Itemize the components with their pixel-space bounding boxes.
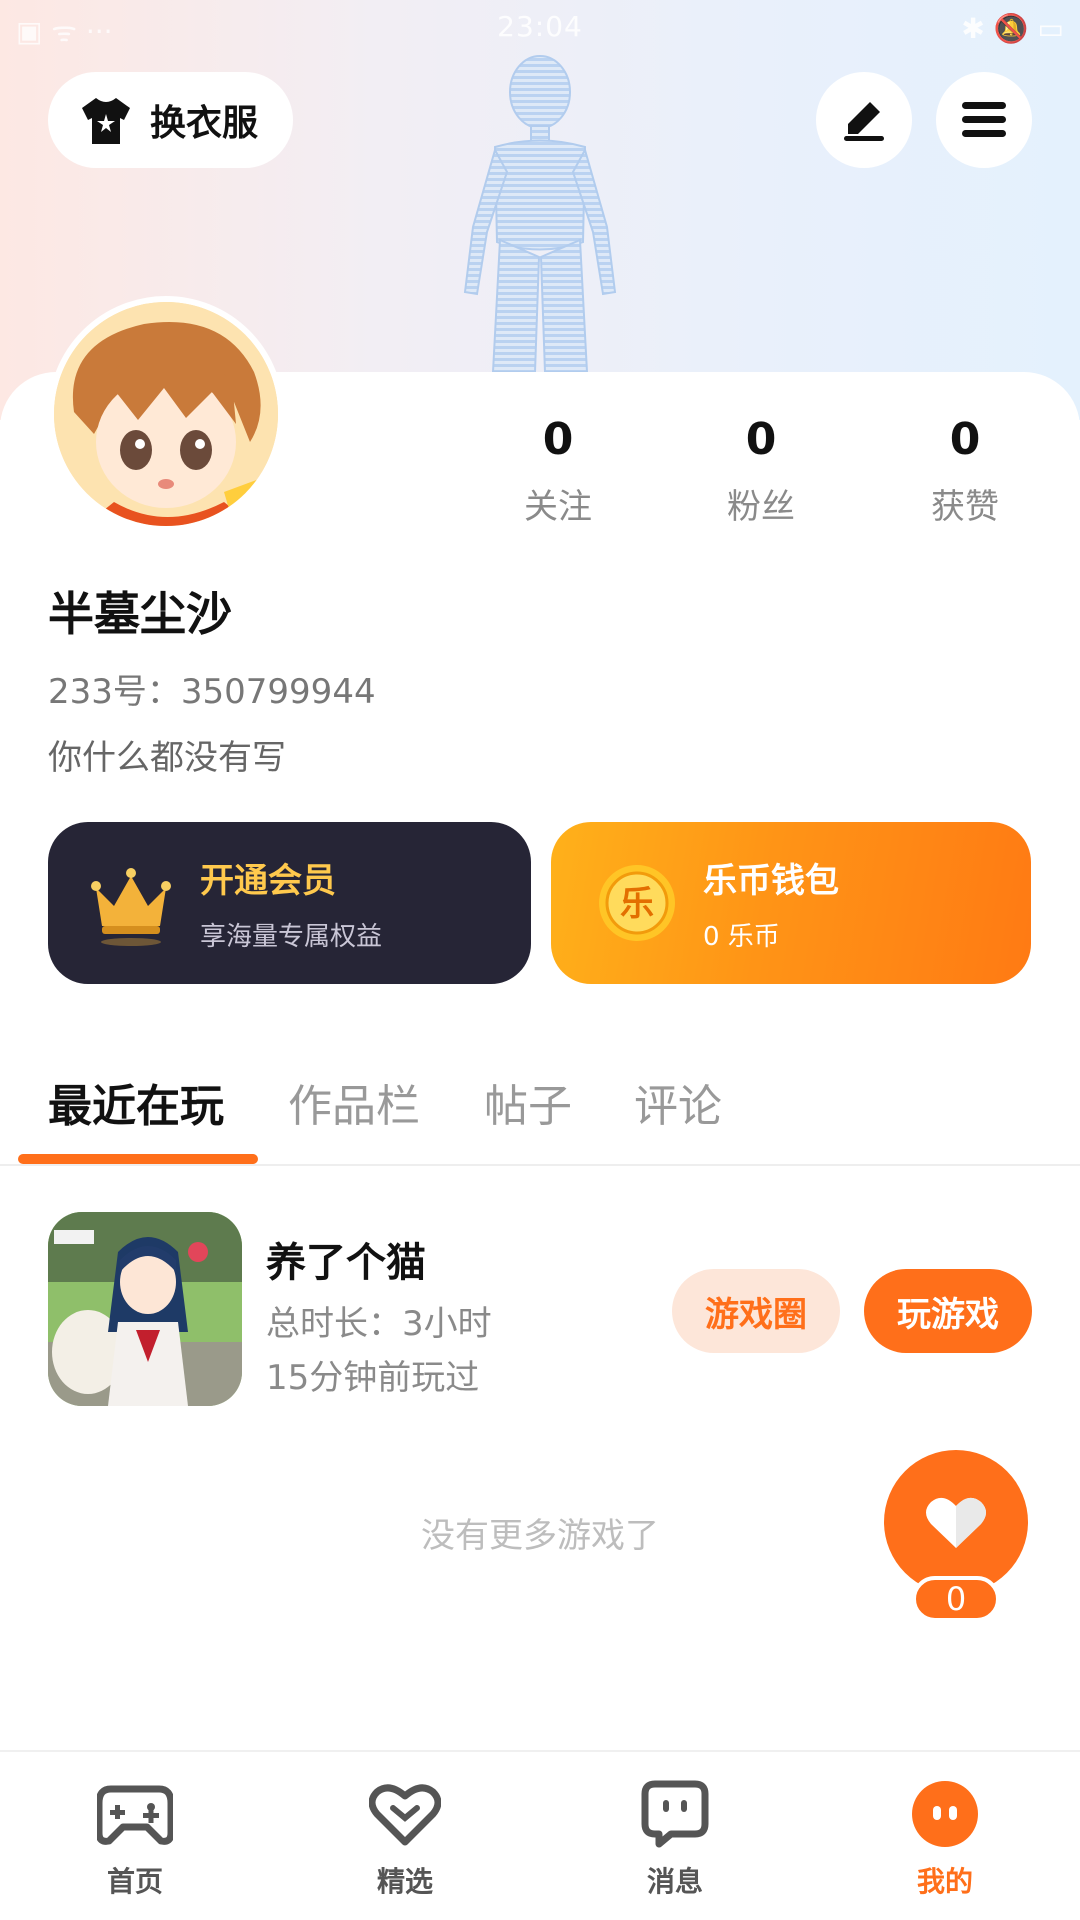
stat-likes-label: 获赞 xyxy=(931,487,999,527)
tab-comments[interactable]: 评论 xyxy=(634,1070,722,1134)
play-game-button[interactable]: 玩游戏 xyxy=(864,1269,1032,1353)
stat-following-count: 0 xyxy=(542,414,574,465)
hamburger-menu-icon xyxy=(962,102,1006,137)
profile-page: ▣ ᯤ ··· 23:04 ✱ 🔕 ▭ 换衣服 0 关注 0 粉丝 0 获赞 半… xyxy=(0,0,1080,1920)
tab-recently-played[interactable]: 最近在玩 xyxy=(48,1070,224,1134)
nav-home-label: 首页 xyxy=(106,1865,163,1898)
change-clothes-button[interactable]: 换衣服 xyxy=(48,72,293,168)
recent-game-item[interactable]: 养了个猫 总时长：3小时 15分钟前玩过 游戏圈 玩游戏 xyxy=(48,1212,1032,1408)
stat-likes-count: 0 xyxy=(949,414,981,465)
heart-chat-icon xyxy=(369,1784,441,1846)
nav-me[interactable]: 我的 xyxy=(865,1776,1025,1900)
status-bar: ▣ ᯤ ··· 23:04 ✱ 🔕 ▭ xyxy=(0,0,1080,56)
nav-home[interactable]: 首页 xyxy=(55,1776,215,1900)
vip-subtitle: 享海量专属权益 xyxy=(200,922,383,952)
coin-icon: 乐 xyxy=(599,865,675,941)
stat-likes[interactable]: 0 获赞 xyxy=(885,414,1045,528)
stat-fans[interactable]: 0 粉丝 xyxy=(681,414,841,528)
status-right-icons: ✱ 🔕 ▭ xyxy=(961,12,1064,45)
favorite-floating-button[interactable] xyxy=(884,1450,1028,1594)
stat-following-label: 关注 xyxy=(524,487,592,527)
profile-tabs: 最近在玩 作品栏 帖子 评论 xyxy=(0,1058,1080,1166)
change-clothes-label: 换衣服 xyxy=(150,103,259,144)
profile-face-icon xyxy=(912,1781,978,1847)
tab-posts[interactable]: 帖子 xyxy=(484,1070,572,1134)
nav-me-label: 我的 xyxy=(916,1865,973,1898)
game-last-played: 15分钟前玩过 xyxy=(266,1358,480,1398)
stat-fans-label: 粉丝 xyxy=(727,487,795,527)
game-title: 养了个猫 xyxy=(266,1240,426,1286)
crown-icon xyxy=(91,868,171,946)
wallet-title: 乐币钱包 xyxy=(703,861,839,901)
bottom-navigation: 首页 精选 消息 我的 xyxy=(0,1750,1080,1920)
pen-icon xyxy=(844,102,884,141)
user-id[interactable]: 233号：350799944 xyxy=(48,664,376,713)
coin-icon-char: 乐 xyxy=(620,884,654,924)
gamepad-icon xyxy=(97,1785,173,1845)
favorite-count-badge: 0 xyxy=(912,1576,1000,1622)
message-bubble-icon xyxy=(641,1780,709,1848)
wallet-balance: 0 乐币 xyxy=(703,922,780,952)
heart-icon xyxy=(926,1497,986,1548)
avatar-hologram-figure xyxy=(463,55,617,372)
avatar-image xyxy=(54,302,278,526)
vip-membership-card[interactable]: 开通会员 享海量专属权益 xyxy=(48,822,531,984)
game-thumbnail-image xyxy=(48,1212,242,1406)
coin-wallet-card[interactable]: 乐 乐币钱包 0 乐币 xyxy=(551,822,1031,984)
nav-messages-label: 消息 xyxy=(646,1865,703,1898)
vip-title: 开通会员 xyxy=(200,861,336,901)
game-total-time: 总时长：3小时 xyxy=(266,1304,492,1344)
edit-profile-button[interactable] xyxy=(816,72,912,168)
tab-works[interactable]: 作品栏 xyxy=(288,1070,420,1134)
nav-featured[interactable]: 精选 xyxy=(325,1776,485,1900)
nav-featured-label: 精选 xyxy=(376,1865,433,1898)
nav-messages[interactable]: 消息 xyxy=(595,1776,755,1900)
tshirt-icon xyxy=(82,98,130,144)
status-time: 23:04 xyxy=(497,10,583,43)
game-thumbnail[interactable] xyxy=(48,1212,242,1406)
stat-fans-count: 0 xyxy=(745,414,777,465)
active-tab-indicator xyxy=(18,1154,258,1164)
avatar[interactable] xyxy=(48,296,284,532)
game-circle-button[interactable]: 游戏圈 xyxy=(672,1269,840,1353)
user-bio[interactable]: 你什么都没有写 xyxy=(48,730,286,779)
stat-following[interactable]: 0 关注 xyxy=(478,414,638,528)
username: 半墓尘沙 xyxy=(48,587,232,641)
menu-button[interactable] xyxy=(936,72,1032,168)
